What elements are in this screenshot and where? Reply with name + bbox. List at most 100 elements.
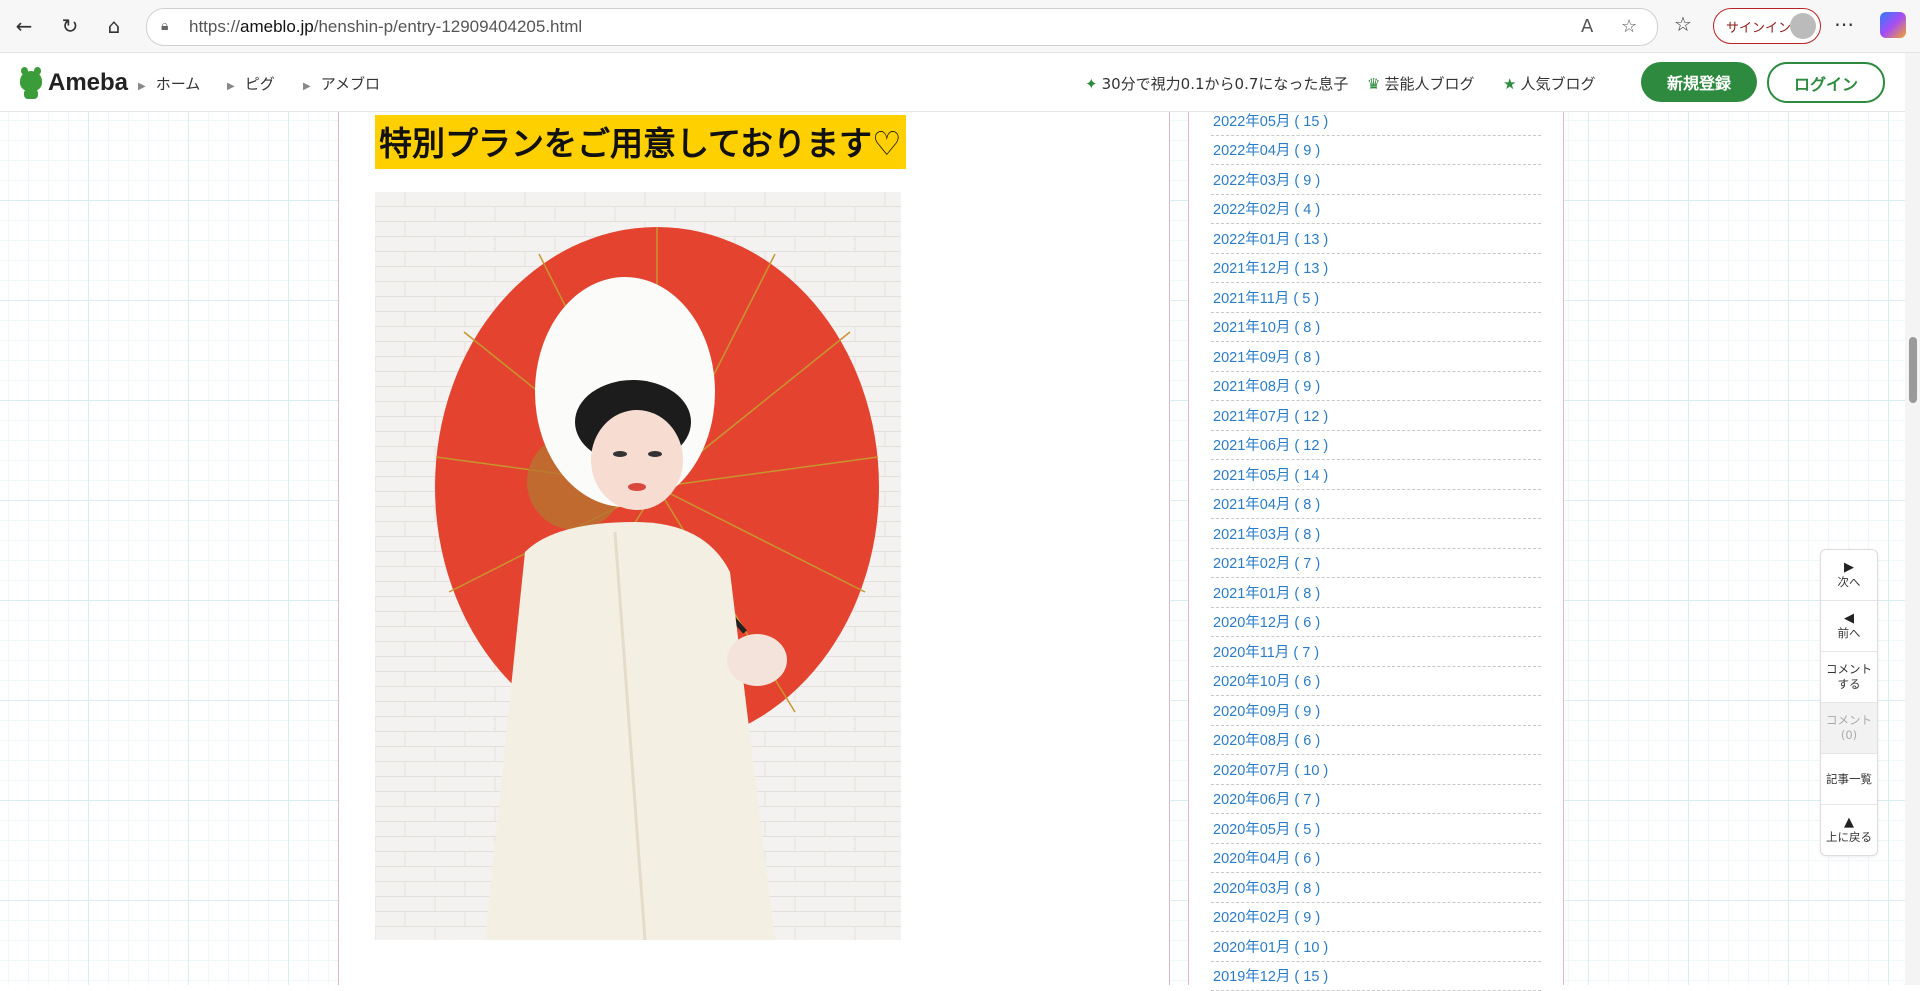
triangle-right-icon: ▶ (227, 81, 235, 92)
comment-label: コメント (1826, 662, 1872, 677)
next-entry-button[interactable]: ▶ 次へ (1821, 550, 1877, 601)
archive-item: 2021年05月 ( 14 ) (1211, 460, 1541, 490)
archive-item: 2020年05月 ( 5 ) (1211, 814, 1541, 844)
archive-item: 2022年01月 ( 13 ) (1211, 224, 1541, 254)
favorites-icon[interactable]: ☆ (1674, 12, 1692, 36)
archive-month-link[interactable]: 2021年07月 ( 12 ) (1213, 405, 1328, 426)
archive-item: 2020年11月 ( 7 ) (1211, 637, 1541, 667)
play-left-icon: ◀ (1844, 611, 1854, 626)
archive-item: 2020年12月 ( 6 ) (1211, 608, 1541, 638)
archive-month-link[interactable]: 2020年06月 ( 7 ) (1213, 788, 1320, 809)
favorite-star-icon[interactable]: ☆ (1621, 16, 1637, 37)
archive-month-link[interactable]: 2019年12月 ( 15 ) (1213, 965, 1328, 986)
lock-icon[interactable]: 🔒︎ (161, 18, 168, 34)
login-button[interactable]: ログイン (1767, 62, 1885, 103)
back-to-top-button[interactable]: ▲ 上に戻る (1821, 805, 1877, 855)
archive-month-link[interactable]: 2021年02月 ( 7 ) (1213, 552, 1320, 573)
archive-month-link[interactable]: 2020年08月 ( 6 ) (1213, 729, 1320, 750)
url-text[interactable]: https://ameblo.jp/henshin-p/entry-129094… (189, 17, 582, 37)
archive-month-link[interactable]: 2020年11月 ( 7 ) (1213, 641, 1319, 662)
more-options-icon[interactable]: ⋯ (1834, 12, 1854, 36)
archive-month-link[interactable]: 2020年01月 ( 10 ) (1213, 936, 1328, 957)
archive-month-link[interactable]: 2022年04月 ( 9 ) (1213, 139, 1320, 160)
archive-item: 2020年10月 ( 6 ) (1211, 667, 1541, 697)
copilot-icon[interactable] (1880, 12, 1906, 38)
archive-item: 2021年07月 ( 12 ) (1211, 401, 1541, 431)
header-link-celebrity-blogs[interactable]: ♛芸能人ブログ (1367, 73, 1474, 94)
post-photo[interactable] (375, 192, 901, 940)
archive-item: 2021年11月 ( 5 ) (1211, 283, 1541, 313)
crown-icon: ♛ (1367, 75, 1380, 93)
monthly-archive-list: 2022年05月 ( 15 ) 2022年04月 ( 9 ) 2022年03月 ( … (1211, 106, 1541, 991)
archive-item: 2020年02月 ( 9 ) (1211, 903, 1541, 933)
archive-item: 2019年12月 ( 15 ) (1211, 962, 1541, 991)
archive-item: 2020年01月 ( 10 ) (1211, 932, 1541, 962)
post-heading: 特別プランをご用意しております♡ (375, 115, 906, 169)
archive-month-link[interactable]: 2022年03月 ( 9 ) (1213, 169, 1320, 190)
prev-entry-button[interactable]: ◀ 前へ (1821, 601, 1877, 652)
archive-month-link[interactable]: 2021年03月 ( 8 ) (1213, 523, 1320, 544)
header-link-popular-blogs[interactable]: ★人気ブログ (1503, 73, 1595, 94)
archive-month-link[interactable]: 2021年08月 ( 9 ) (1213, 375, 1320, 396)
comment-label-2: する (1838, 677, 1861, 692)
archive-item: 2022年03月 ( 9 ) (1211, 165, 1541, 195)
archive-month-link[interactable]: 2021年10月 ( 8 ) (1213, 316, 1320, 337)
home-icon[interactable]: ⌂ (100, 12, 128, 40)
archive-month-link[interactable]: 2021年12月 ( 13 ) (1213, 257, 1328, 278)
archive-item: 2021年01月 ( 8 ) (1211, 578, 1541, 608)
browser-toolbar: ← ↻ ⌂ 🔒︎ https://ameblo.jp/henshin-p/ent… (0, 0, 1920, 53)
page-scrollbar[interactable] (1905, 53, 1920, 985)
star-icon: ★ (1503, 75, 1516, 93)
archive-item: 2020年09月 ( 9 ) (1211, 696, 1541, 726)
ameba-mascot-icon (18, 67, 44, 99)
archive-month-link[interactable]: 2020年05月 ( 5 ) (1213, 818, 1320, 839)
register-button[interactable]: 新規登録 (1641, 62, 1757, 102)
header-link-trending-article[interactable]: ✦30分で視力0.1から0.7になった息子 (1085, 73, 1348, 94)
archive-month-link[interactable]: 2021年01月 ( 8 ) (1213, 582, 1320, 603)
back-icon[interactable]: ← (10, 12, 38, 40)
archive-month-link[interactable]: 2020年10月 ( 6 ) (1213, 670, 1320, 691)
entry-list-button[interactable]: 記事一覧 (1821, 754, 1877, 805)
archive-month-link[interactable]: 2022年01月 ( 13 ) (1213, 228, 1328, 249)
archive-month-link[interactable]: 2022年02月 ( 4 ) (1213, 198, 1320, 219)
archive-month-link[interactable]: 2021年06月 ( 12 ) (1213, 434, 1328, 455)
archive-item: 2021年08月 ( 9 ) (1211, 372, 1541, 402)
sidebar: 2022年05月 ( 15 ) 2022年04月 ( 9 ) 2022年03月 ( … (1188, 112, 1564, 985)
archive-month-link[interactable]: 2020年04月 ( 6 ) (1213, 847, 1320, 868)
archive-month-link[interactable]: 2021年05月 ( 14 ) (1213, 464, 1328, 485)
archive-month-link[interactable]: 2020年03月 ( 8 ) (1213, 877, 1320, 898)
signin-button[interactable]: サインイン (1713, 8, 1821, 44)
nav-home[interactable]: ▶ホーム (138, 73, 200, 94)
archive-month-link[interactable]: 2021年04月 ( 8 ) (1213, 493, 1320, 514)
page-content: 特別プランをご用意しております♡ (0, 112, 1905, 985)
archive-month-link[interactable]: 2020年02月 ( 9 ) (1213, 906, 1320, 927)
logo-text: Ameba (48, 69, 128, 97)
comments-count: (0) (1841, 728, 1857, 743)
archive-item: 2021年12月 ( 13 ) (1211, 254, 1541, 284)
reload-icon[interactable]: ↻ (56, 12, 84, 40)
entry-list-label: 記事一覧 (1826, 772, 1872, 787)
site-header: Ameba ▶ホーム ▶ピグ ▶アメブロ ✦30分で視力0.1から0.7になった… (0, 53, 1905, 112)
archive-month-link[interactable]: 2021年11月 ( 5 ) (1213, 287, 1319, 308)
nav-pigg[interactable]: ▶ピグ (227, 73, 275, 94)
archive-item: 2020年03月 ( 8 ) (1211, 873, 1541, 903)
archive-item: 2021年09月 ( 8 ) (1211, 342, 1541, 372)
ameba-logo[interactable]: Ameba (18, 67, 128, 99)
view-comments-button[interactable]: コメント (0) (1821, 703, 1877, 754)
archive-month-link[interactable]: 2020年09月 ( 9 ) (1213, 700, 1320, 721)
archive-item: 2020年06月 ( 7 ) (1211, 785, 1541, 815)
address-bar[interactable]: 🔒︎ https://ameblo.jp/henshin-p/entry-129… (146, 8, 1658, 46)
archive-month-link[interactable]: 2021年09月 ( 8 ) (1213, 346, 1320, 367)
archive-item: 2022年02月 ( 4 ) (1211, 195, 1541, 225)
write-comment-button[interactable]: コメント する (1821, 652, 1877, 703)
play-right-icon: ▶ (1844, 560, 1854, 575)
nav-ameblo[interactable]: ▶アメブロ (303, 73, 380, 94)
archive-month-link[interactable]: 2022年05月 ( 15 ) (1213, 110, 1328, 131)
archive-month-link[interactable]: 2020年12月 ( 6 ) (1213, 611, 1320, 632)
scrollbar-thumb[interactable] (1909, 337, 1917, 403)
comments-label: コメント (1826, 713, 1872, 728)
archive-item: 2021年02月 ( 7 ) (1211, 549, 1541, 579)
archive-item: 2020年08月 ( 6 ) (1211, 726, 1541, 756)
read-aloud-icon[interactable]: A (1581, 16, 1593, 37)
archive-month-link[interactable]: 2020年07月 ( 10 ) (1213, 759, 1328, 780)
